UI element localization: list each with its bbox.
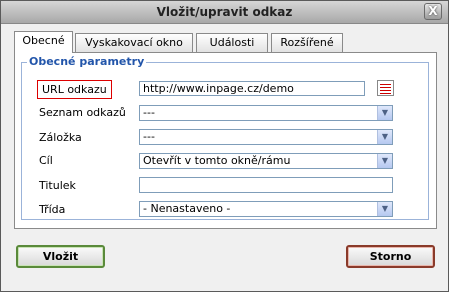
link-dialog: Vložit/upravit odkaz X Obecné Vyskakovac… bbox=[0, 0, 449, 292]
dialog-title: Vložit/upravit odkaz bbox=[156, 5, 293, 19]
anchor-value: --- bbox=[143, 130, 155, 143]
anchor-label: Záložka bbox=[39, 131, 82, 144]
tab-advanced[interactable]: Rozšířené bbox=[271, 33, 343, 52]
fieldset-legend: Obecné parametry bbox=[27, 55, 147, 68]
class-label: Třída bbox=[39, 203, 66, 216]
chevron-down-icon[interactable]: ▼ bbox=[377, 154, 392, 168]
title-input[interactable] bbox=[139, 177, 393, 193]
tab-popup[interactable]: Vyskakovací okno bbox=[75, 33, 193, 52]
tab-panel-general: Obecné parametry URL odkazu http://www.i… bbox=[14, 52, 437, 229]
class-select[interactable]: - Nenastaveno - ▼ bbox=[139, 201, 393, 217]
url-label: URL odkazu bbox=[37, 80, 112, 99]
target-select[interactable]: Otevřít v tomto okně/rámu ▼ bbox=[139, 153, 393, 169]
cancel-button[interactable]: Storno bbox=[346, 245, 435, 268]
link-list-label: Seznam odkazů bbox=[39, 106, 126, 119]
general-parameters-fieldset: Obecné parametry URL odkazu http://www.i… bbox=[21, 55, 429, 220]
tab-general[interactable]: Obecné bbox=[14, 31, 73, 53]
target-label: Cíl bbox=[39, 154, 53, 167]
title-label: Titulek bbox=[39, 179, 76, 192]
url-input[interactable]: http://www.inpage.cz/demo bbox=[139, 81, 365, 96]
chevron-down-icon[interactable]: ▼ bbox=[377, 202, 392, 216]
tab-events[interactable]: Události bbox=[196, 33, 268, 52]
title-bar: Vložit/upravit odkaz X bbox=[1, 1, 448, 24]
target-value: Otevřít v tomto okně/rámu bbox=[143, 154, 291, 167]
link-list-value: --- bbox=[143, 106, 155, 119]
insert-button[interactable]: Vložit bbox=[16, 245, 105, 268]
class-value: - Nenastaveno - bbox=[143, 202, 231, 215]
link-list-select[interactable]: --- ▼ bbox=[139, 105, 393, 121]
chevron-down-icon[interactable]: ▼ bbox=[377, 130, 392, 144]
browse-icon[interactable] bbox=[377, 80, 394, 96]
chevron-down-icon[interactable]: ▼ bbox=[377, 106, 392, 120]
anchor-select[interactable]: --- ▼ bbox=[139, 129, 393, 145]
close-icon[interactable]: X bbox=[424, 3, 442, 20]
